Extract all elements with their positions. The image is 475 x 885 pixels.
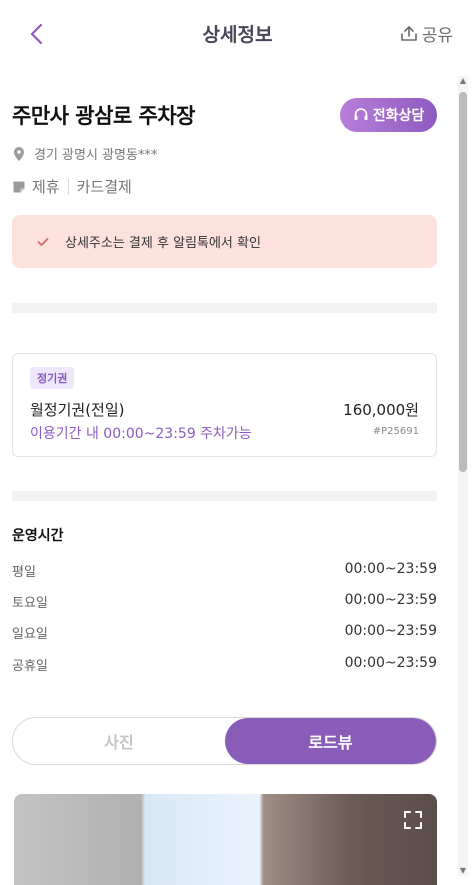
pass-code: #P25691 bbox=[372, 426, 419, 437]
call-consult-label: 전화상담 bbox=[372, 108, 425, 124]
call-consult-button[interactable]: 전화상담 bbox=[340, 98, 437, 132]
tab-photo[interactable]: 사진 bbox=[13, 718, 225, 764]
tag-card-payment: 카드결제 bbox=[76, 178, 132, 196]
header: 상세정보 공유 bbox=[0, 0, 475, 70]
hours-time: 00:00~23:59 bbox=[344, 623, 437, 639]
hours-day: 토요일 bbox=[12, 596, 48, 611]
scroll-up-arrow-icon[interactable]: ▲ bbox=[458, 76, 468, 86]
hours-time: 00:00~23:59 bbox=[344, 561, 437, 577]
hours-day: 평일 bbox=[12, 565, 36, 580]
hours-row: 공휴일 00:00~23:59 bbox=[12, 655, 437, 675]
pass-availability: 이용기간 내 00:00~23:59 주차가능 bbox=[30, 426, 252, 442]
hours-day: 일요일 bbox=[12, 627, 48, 642]
address-notice: 상세주소는 결제 후 알림톡에서 확인 bbox=[12, 215, 437, 268]
notice-text: 상세주소는 결제 후 알림톡에서 확인 bbox=[65, 236, 261, 251]
hours-time: 00:00~23:59 bbox=[344, 592, 437, 608]
section-divider bbox=[12, 303, 437, 313]
scrollbar[interactable]: ▲ ▼ bbox=[458, 76, 468, 876]
hours-row: 평일 00:00~23:59 bbox=[12, 561, 437, 581]
scroll-down-arrow-icon[interactable]: ▼ bbox=[458, 866, 468, 876]
fullscreen-icon bbox=[404, 811, 422, 829]
section-divider bbox=[12, 491, 437, 501]
share-button[interactable]: 공유 bbox=[400, 21, 453, 46]
pass-badge: 정기권 bbox=[30, 367, 75, 389]
pass-name: 월정기권(전일) bbox=[30, 401, 125, 419]
scrollbar-thumb[interactable] bbox=[459, 92, 467, 472]
share-label: 공유 bbox=[421, 26, 453, 46]
hours-time: 00:00~23:59 bbox=[344, 655, 437, 671]
tags-row: 제휴 카드결제 bbox=[12, 176, 132, 197]
view-toggle: 사진 로드뷰 bbox=[12, 717, 437, 765]
share-icon bbox=[400, 25, 417, 41]
check-icon bbox=[37, 237, 49, 247]
fullscreen-button[interactable] bbox=[403, 810, 423, 834]
tag-partner: 제휴 bbox=[32, 178, 60, 196]
pass-price: 160,000원 bbox=[343, 401, 419, 419]
location-pin-icon bbox=[14, 146, 24, 161]
tab-roadview[interactable]: 로드뷰 bbox=[225, 718, 436, 764]
hours-row: 일요일 00:00~23:59 bbox=[12, 623, 437, 643]
pass-card[interactable]: 정기권 월정기권(전일) 160,000원 이용기간 내 00:00~23:59… bbox=[12, 353, 437, 457]
address-text: 경기 광명시 광명동*** bbox=[34, 148, 158, 163]
headset-icon bbox=[354, 108, 368, 120]
note-icon bbox=[13, 181, 25, 192]
address-row: 경기 광명시 광명동*** bbox=[12, 144, 157, 163]
place-name: 주만사 광삼로 주차장 bbox=[12, 104, 196, 128]
roadview-image[interactable] bbox=[14, 794, 437, 885]
tag-divider bbox=[67, 178, 69, 195]
hours-title: 운영시간 bbox=[12, 528, 64, 544]
hours-row: 토요일 00:00~23:59 bbox=[12, 592, 437, 612]
hours-day: 공휴일 bbox=[12, 659, 48, 674]
